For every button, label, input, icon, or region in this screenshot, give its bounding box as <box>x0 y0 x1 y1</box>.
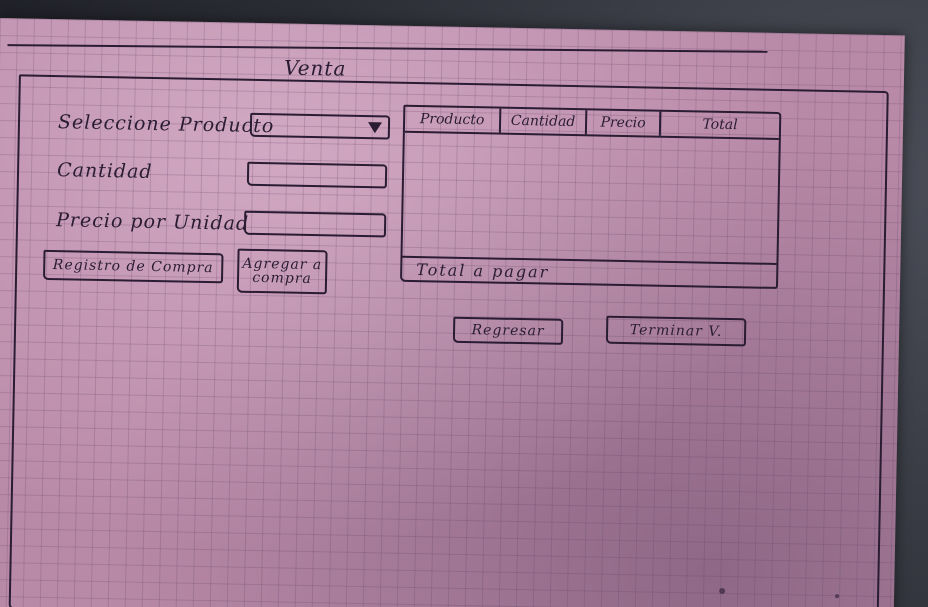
paper-stain <box>835 594 840 599</box>
registro-compra-button[interactable]: Registro de Compra <box>42 249 224 284</box>
terminar-venta-button[interactable]: Terminar V. <box>605 315 747 347</box>
paper-sheet: Venta Seleccione Producto Cantidad Preci… <box>0 18 905 607</box>
cantidad-input[interactable] <box>246 161 388 189</box>
window-title: Venta <box>283 55 347 81</box>
page-top-line <box>7 44 768 53</box>
table-body[interactable] <box>402 131 778 266</box>
precio-label: Precio por Unidad <box>55 209 250 235</box>
column-header-precio[interactable]: Precio <box>586 110 662 136</box>
column-header-cantidad[interactable]: Cantidad <box>500 108 588 135</box>
column-header-producto[interactable]: Producto <box>404 106 502 133</box>
agregar-compra-button[interactable]: Agregar a compra <box>236 248 328 295</box>
column-header-total[interactable]: Total <box>661 112 779 138</box>
cantidad-label: Cantidad <box>56 159 153 183</box>
photo-scene: Venta Seleccione Producto Cantidad Preci… <box>0 0 928 607</box>
triangle-down-icon[interactable] <box>367 122 383 134</box>
producto-select[interactable] <box>249 112 391 140</box>
compra-table: Producto Cantidad Precio Total Total a p… <box>400 104 782 289</box>
paper-stain <box>719 587 726 595</box>
producto-label: Seleccione Producto <box>57 111 275 138</box>
regresar-button[interactable]: Regresar <box>452 316 564 345</box>
precio-input[interactable] <box>243 210 387 238</box>
